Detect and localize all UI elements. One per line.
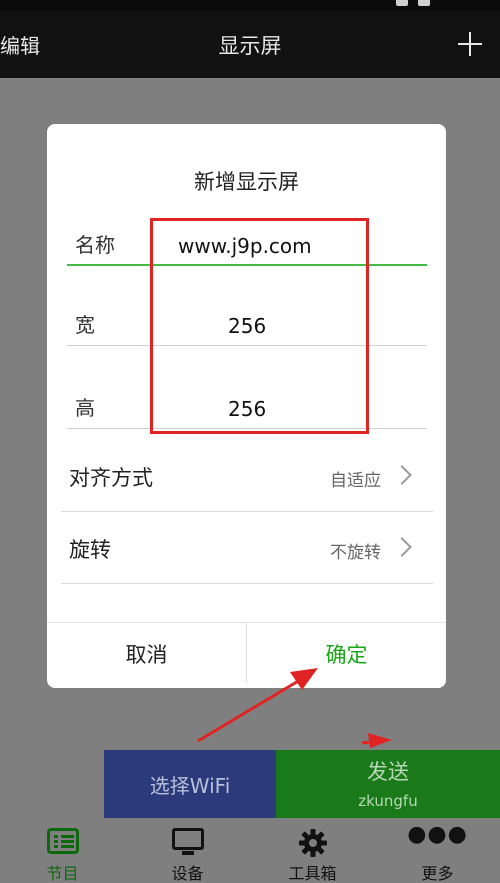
row-value: 不旋转: [330, 543, 381, 563]
bottom-nav: 节目 设备 工具箱 ●●● 更多: [0, 818, 500, 883]
nav-item-devices[interactable]: 设备: [125, 818, 250, 883]
nav-label: 节目: [46, 864, 79, 883]
field-label: 高: [75, 396, 95, 420]
row-label: 对齐方式: [69, 466, 153, 490]
field-label: 宽: [75, 313, 95, 337]
battery-icon: [418, 0, 430, 6]
monitor-icon: [171, 828, 204, 856]
row-label: 旋转: [69, 538, 111, 562]
dialog-title: 新增显示屏: [194, 170, 299, 194]
gear-icon: [298, 829, 327, 857]
select-wifi-button[interactable]: 选择WiFi: [104, 750, 276, 818]
nav-label: 设备: [171, 864, 204, 883]
alignment-row[interactable]: 对齐方式 自适应: [61, 442, 433, 512]
nav-item-more[interactable]: ●●● 更多: [375, 818, 500, 883]
send-target-label: zkungfu: [358, 792, 418, 810]
nav-item-programs[interactable]: 节目: [0, 818, 125, 883]
send-label: 发送: [367, 760, 409, 784]
signal-icon: [396, 0, 408, 6]
cancel-button[interactable]: 取消: [47, 623, 246, 685]
nav-label: 工具箱: [288, 864, 337, 883]
more-dots-icon: ●●●: [407, 822, 468, 847]
chevron-right-icon: [392, 537, 412, 557]
rotation-row[interactable]: 旋转 不旋转: [61, 514, 433, 584]
highlight-box: [150, 218, 369, 434]
confirm-button[interactable]: 确定: [247, 623, 446, 685]
add-icon[interactable]: [458, 32, 482, 56]
row-value: 自适应: [330, 471, 381, 491]
arrow-to-send: [361, 733, 392, 748]
nav-item-toolbox[interactable]: 工具箱: [250, 818, 375, 883]
send-button[interactable]: 发送 zkungfu: [276, 750, 500, 818]
nav-label: 更多: [421, 864, 454, 883]
chevron-right-icon: [392, 465, 412, 485]
status-bar: [0, 0, 500, 10]
dialog-footer: 取消 确定: [47, 622, 446, 688]
page-title: 显示屏: [218, 34, 282, 58]
field-label: 名称: [75, 233, 115, 257]
list-icon: [46, 828, 79, 854]
app-header: 编辑 显示屏: [0, 10, 500, 78]
